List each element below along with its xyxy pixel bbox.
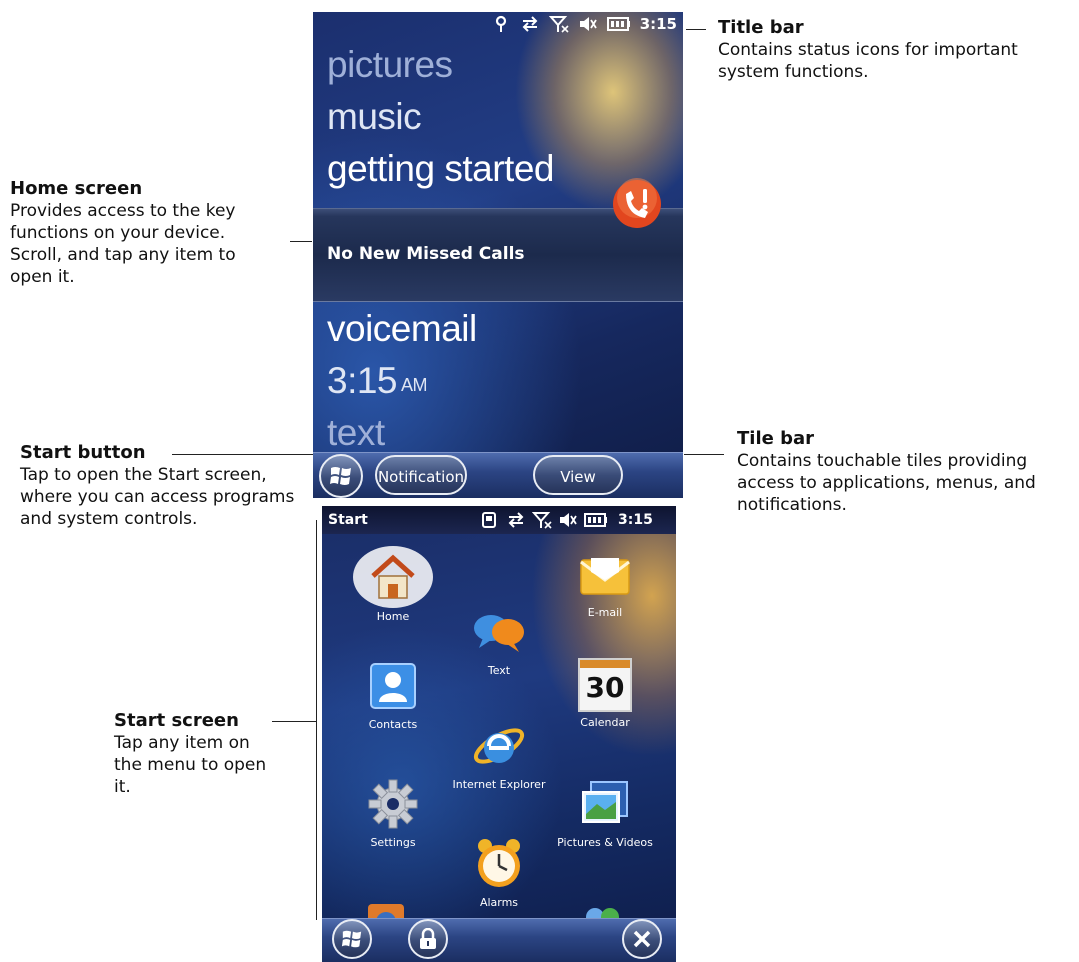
pictures-videos-icon bbox=[577, 776, 633, 832]
battery-icon bbox=[584, 511, 608, 533]
home-icon bbox=[353, 546, 433, 608]
app-contacts[interactable]: Contacts bbox=[338, 658, 448, 731]
speaker-muted-icon bbox=[578, 15, 598, 33]
start-button-leader bbox=[172, 454, 322, 455]
start-screen-leader bbox=[272, 721, 316, 722]
callout-title-bar-description: Contains status icons for important syst… bbox=[718, 40, 1018, 82]
email-icon bbox=[577, 546, 633, 602]
partial-app-icon[interactable] bbox=[366, 902, 406, 918]
alarm-clock-icon bbox=[471, 836, 527, 892]
lock-button[interactable] bbox=[408, 919, 448, 959]
app-pictures-videos-label: Pictures & Videos bbox=[557, 836, 653, 849]
app-internet-explorer-label: Internet Explorer bbox=[452, 778, 546, 791]
app-pictures-videos[interactable]: Pictures & Videos bbox=[550, 776, 660, 849]
home-clock-time: 3:15 bbox=[327, 360, 398, 401]
partial-messenger-icon[interactable] bbox=[584, 904, 620, 918]
internet-explorer-icon bbox=[471, 718, 527, 774]
start-screen[interactable]: Start 3:15 Home E-mail Text Contacts 30 … bbox=[322, 506, 676, 962]
callout-home-screen-description: Provides access to the key functions on … bbox=[10, 201, 236, 287]
title-bar[interactable]: 3:15 bbox=[313, 12, 683, 36]
home-item-getting-started[interactable]: getting started bbox=[327, 148, 554, 190]
callout-start-button-heading: Start button bbox=[20, 442, 146, 463]
app-home[interactable]: Home bbox=[338, 546, 448, 623]
start-title-bar[interactable]: Start 3:15 bbox=[322, 506, 676, 534]
missed-calls-text: No New Missed Calls bbox=[327, 244, 525, 264]
app-alarms[interactable]: Alarms bbox=[444, 836, 554, 909]
start-button[interactable] bbox=[319, 454, 363, 498]
app-text[interactable]: Text bbox=[444, 604, 554, 677]
antenna-icon bbox=[491, 15, 511, 33]
tile-bar-leader bbox=[684, 454, 724, 455]
title-bar-leader bbox=[686, 29, 706, 30]
windows-logo-icon bbox=[341, 930, 362, 948]
home-item-text[interactable]: text bbox=[327, 412, 385, 454]
home-item-voicemail[interactable]: voicemail bbox=[327, 308, 477, 350]
contacts-icon bbox=[365, 658, 421, 714]
no-signal-icon bbox=[531, 511, 552, 533]
start-title: Start bbox=[328, 512, 368, 528]
home-item-pictures[interactable]: pictures bbox=[327, 44, 453, 86]
home-clock: 3:15 AM bbox=[327, 360, 428, 402]
callout-start-button: Start button Tap to open the Start scree… bbox=[20, 442, 315, 530]
home-screen[interactable]: 3:15 pictures music getting started No N… bbox=[313, 12, 683, 498]
status-time: 3:15 bbox=[639, 15, 677, 33]
no-signal-icon bbox=[548, 15, 569, 33]
speaker-muted-icon bbox=[558, 511, 578, 533]
start-button-2[interactable] bbox=[332, 919, 372, 959]
app-internet-explorer[interactable]: Internet Explorer bbox=[444, 718, 554, 791]
tile-bar: Notification View bbox=[313, 452, 683, 498]
app-email-label: E-mail bbox=[587, 606, 623, 619]
windows-logo-icon bbox=[330, 467, 351, 485]
callout-start-screen-description: Tap any item on the menu to open it. bbox=[114, 733, 267, 797]
home-screen-leader bbox=[290, 241, 312, 242]
callout-start-screen-heading: Start screen bbox=[114, 710, 239, 731]
callout-home-screen-heading: Home screen bbox=[10, 178, 143, 199]
start-tile-bar bbox=[322, 918, 676, 962]
callout-home-screen: Home screen Provides access to the key f… bbox=[10, 178, 290, 288]
app-alarms-label: Alarms bbox=[479, 896, 519, 909]
app-calendar-label: Calendar bbox=[580, 716, 630, 729]
calendar-icon: 30 bbox=[578, 658, 632, 712]
phone-off-icon bbox=[480, 511, 498, 533]
app-email[interactable]: E-mail bbox=[550, 546, 660, 619]
close-button[interactable] bbox=[622, 919, 662, 959]
text-bubbles-icon bbox=[471, 604, 527, 660]
callout-start-screen: Start screen Tap any item on the menu to… bbox=[114, 710, 284, 798]
home-item-music[interactable]: music bbox=[327, 96, 422, 138]
callout-start-button-description: Tap to open the Start screen, where you … bbox=[20, 465, 295, 529]
notification-button[interactable]: Notification bbox=[375, 455, 467, 495]
callout-tile-bar: Tile bar Contains touchable tiles provid… bbox=[737, 428, 1072, 516]
view-button[interactable]: View bbox=[533, 455, 623, 495]
home-clock-ampm: AM bbox=[401, 375, 428, 395]
callout-title-bar-heading: Title bar bbox=[718, 17, 804, 38]
app-contacts-label: Contacts bbox=[368, 718, 418, 731]
callout-tile-bar-heading: Tile bar bbox=[737, 428, 815, 449]
gear-icon bbox=[365, 776, 421, 832]
app-text-label: Text bbox=[487, 664, 511, 677]
sync-arrows-icon bbox=[506, 511, 526, 533]
missed-call-phone-icon bbox=[611, 178, 663, 230]
callout-tile-bar-description: Contains touchable tiles providing acces… bbox=[737, 451, 1036, 515]
lock-icon bbox=[420, 928, 436, 949]
app-settings-label: Settings bbox=[370, 836, 416, 849]
app-home-label: Home bbox=[376, 610, 410, 623]
start-status-time: 3:15 bbox=[618, 512, 653, 528]
app-calendar[interactable]: 30 Calendar bbox=[550, 658, 660, 729]
app-settings[interactable]: Settings bbox=[338, 776, 448, 849]
callout-title-bar: Title bar Contains status icons for impo… bbox=[718, 17, 1078, 83]
sync-arrows-icon bbox=[520, 15, 540, 33]
close-icon bbox=[633, 930, 651, 948]
calendar-day: 30 bbox=[585, 671, 625, 704]
start-screen-bracket bbox=[316, 520, 317, 920]
battery-icon bbox=[606, 15, 631, 33]
